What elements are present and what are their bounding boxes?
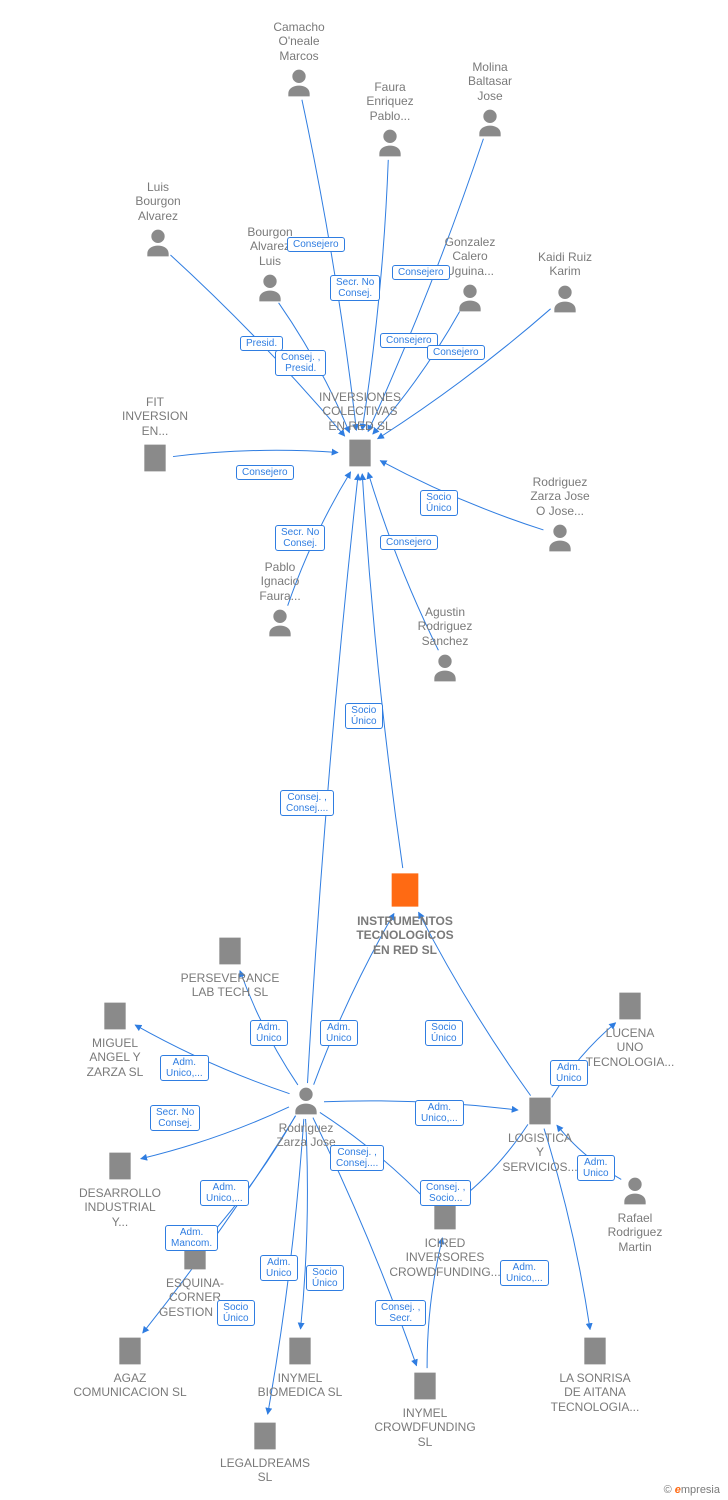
node-label: CamachoO'nealeMarcos: [249, 20, 349, 63]
node-la_sonrisa[interactable]: LA SONRISADE AITANATECNOLOGIA...: [525, 1335, 665, 1414]
node-faura_e[interactable]: FauraEnriquezPablo...: [340, 80, 440, 159]
edge-label: Adm.Unico: [550, 1060, 588, 1086]
edge-label: Adm.Unico: [320, 1020, 358, 1046]
node-rod_zarza[interactable]: RodriguezZarza Jose: [246, 1085, 366, 1150]
node-label: RodriguezZarza JoseO Jose...: [500, 475, 620, 518]
node-miguel[interactable]: MIGUELANGEL YZARZA SL: [60, 1000, 170, 1079]
edge-label: Adm.Unico: [577, 1155, 615, 1181]
node-label: INYMELCROWDFUNDINGSL: [355, 1406, 495, 1449]
node-luis_b[interactable]: LuisBourgonAlvarez: [108, 180, 208, 259]
edge-label: Consej. ,Presid.: [275, 350, 326, 376]
node-agustin[interactable]: AgustinRodriguezSanchez: [390, 605, 500, 684]
node-label: MIGUELANGEL YZARZA SL: [60, 1036, 170, 1079]
edge-label: Consej. ,Socio...: [420, 1180, 471, 1206]
edge-label: Consejero: [287, 237, 345, 252]
edge-label: Adm.Unico,...: [500, 1260, 549, 1286]
edge-label: Adm.Unico: [260, 1255, 298, 1281]
node-itr[interactable]: INSTRUMENTOSTECNOLOGICOSEN RED SL: [330, 870, 480, 957]
edge-label: Adm.Unico: [250, 1020, 288, 1046]
edge-label: Presid.: [240, 336, 283, 351]
node-inymel_bio[interactable]: INYMELBIOMEDICA SL: [235, 1335, 365, 1400]
node-label: PabloIgnacioFaura...: [230, 560, 330, 603]
node-label: ICIREDINVERSORESCROWDFUNDING...: [370, 1236, 520, 1279]
node-label: FauraEnriquezPablo...: [340, 80, 440, 123]
node-rod_zarza_o[interactable]: RodriguezZarza JoseO Jose...: [500, 475, 620, 554]
edge-label: Consej. ,Consej....: [280, 790, 334, 816]
edge-label: Adm.Unico,...: [415, 1100, 464, 1126]
node-kaidi[interactable]: Kaidi RuizKarim: [515, 250, 615, 315]
diagram-stage: CamachoO'nealeMarcos FauraEnriquezPablo..…: [0, 0, 728, 1500]
node-label: LEGALDREAMSSL: [200, 1456, 330, 1485]
edge-label: SocioÚnico: [217, 1300, 255, 1326]
node-inymel_cf[interactable]: INYMELCROWDFUNDINGSL: [355, 1370, 495, 1449]
node-label: DESARROLLOINDUSTRIALY...: [55, 1186, 185, 1229]
node-label: AGAZCOMUNICACION SL: [55, 1371, 205, 1400]
node-label: LA SONRISADE AITANATECNOLOGIA...: [525, 1371, 665, 1414]
edge-label: Secr. NoConsej.: [150, 1105, 200, 1131]
edge-label: SocioÚnico: [425, 1020, 463, 1046]
node-icired[interactable]: ICIREDINVERSORESCROWDFUNDING...: [370, 1200, 520, 1279]
edge-label: Consejero: [236, 465, 294, 480]
node-label: LuisBourgonAlvarez: [108, 180, 208, 223]
edge-label: SocioÚnico: [345, 703, 383, 729]
edge-label: SocioÚnico: [420, 490, 458, 516]
node-lucena[interactable]: LUCENAUNOTECNOLOGIA...: [565, 990, 695, 1069]
node-label: RafaelRodriguezMartin: [580, 1211, 690, 1254]
edge-label: Adm.Unico,...: [200, 1180, 249, 1206]
node-label: FITINVERSIONEN...: [100, 395, 210, 438]
edge-label: Secr. NoConsej.: [330, 275, 380, 301]
node-legaldreams[interactable]: LEGALDREAMSSL: [200, 1420, 330, 1485]
node-desarrollo[interactable]: DESARROLLOINDUSTRIALY...: [55, 1150, 185, 1229]
node-camacho[interactable]: CamachoO'nealeMarcos: [249, 20, 349, 99]
node-agaz[interactable]: AGAZCOMUNICACION SL: [55, 1335, 205, 1400]
node-molina[interactable]: MolinaBaltasarJose: [440, 60, 540, 139]
edge-label: SocioÚnico: [306, 1265, 344, 1291]
edge-label: Consejero: [427, 345, 485, 360]
edge-label: Adm.Unico,...: [160, 1055, 209, 1081]
node-perseverance[interactable]: PERSEVERANCELAB TECH SL: [160, 935, 300, 1000]
node-label: AgustinRodriguezSanchez: [390, 605, 500, 648]
edge-label: Adm.Mancom.: [165, 1225, 218, 1251]
node-icr[interactable]: INVERSIONESCOLECTIVASEN RED SL: [295, 390, 425, 469]
node-label: MolinaBaltasarJose: [440, 60, 540, 103]
edge-label: Secr. NoConsej.: [275, 525, 325, 551]
node-label: INSTRUMENTOSTECNOLOGICOSEN RED SL: [330, 914, 480, 957]
edge-label: Consej. ,Secr.: [375, 1300, 426, 1326]
node-label: PERSEVERANCELAB TECH SL: [160, 971, 300, 1000]
node-pablo_i[interactable]: PabloIgnacioFaura...: [230, 560, 330, 639]
credit: © empresia: [664, 1484, 720, 1496]
node-fit[interactable]: FITINVERSIONEN...: [100, 395, 210, 474]
node-label: INYMELBIOMEDICA SL: [235, 1371, 365, 1400]
node-label: Kaidi RuizKarim: [515, 250, 615, 279]
edge-label: Consejero: [392, 265, 450, 280]
node-label: INVERSIONESCOLECTIVASEN RED SL: [295, 390, 425, 433]
edge-label: Consejero: [380, 535, 438, 550]
edge-label: Consej. ,Consej....: [330, 1145, 384, 1171]
node-rafael[interactable]: RafaelRodriguezMartin: [580, 1175, 690, 1254]
